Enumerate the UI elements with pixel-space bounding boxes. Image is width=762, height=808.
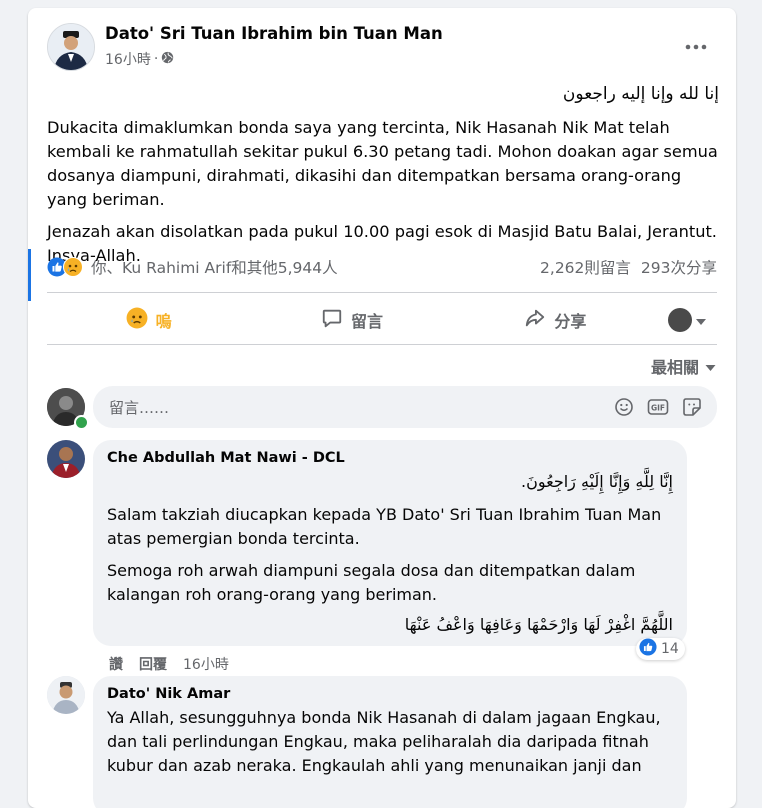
comment-composer: 留言…… GIF [47,386,717,430]
comment-author-avatar[interactable] [47,676,85,714]
sad-reaction-icon [63,257,83,277]
post-meta: 16小時 · [105,49,174,69]
sad-reaction-icon [126,307,148,333]
comment-arabic-line: إِنَّا لِلَّهِ وَإِنَّا إِلَيْهِ رَاجِعُ… [521,472,673,491]
post-as-selector[interactable] [657,308,717,332]
comment-input-placeholder: 留言…… [109,398,170,417]
author-avatar[interactable] [47,23,95,71]
comments-count[interactable]: 2,262則留言 [540,256,631,278]
post-body: إنا لله وإنا إليه راجعون Dukacita dimakl… [47,84,719,276]
share-icon [524,307,546,333]
post-stats: 2,262則留言 293次分享 [540,256,717,278]
svg-text:GIF: GIF [651,404,665,413]
divider-bottom [47,344,717,345]
react-button-label: 嗚 [155,312,172,331]
post-arabic-line: إنا لله وإنا إليه راجعون [562,84,719,104]
reactions-summary-bar: 你、Ku Rahimi Arif和其他5,944人 2,262則留言 293次分… [47,255,717,279]
comment-bubble: Dato' Nik Amar Ya Allah, sesungguhnya bo… [93,676,687,808]
online-status-dot [74,415,89,430]
reaction-icons[interactable] [47,257,83,277]
comment-actions: 讚 回覆 16小時 [109,654,229,674]
comment-item: Che Abdullah Mat Nawi - DCL إِنَّا لِلَّ… [47,440,717,676]
comment-text: Ya Allah, sesungguhnya bonda Nik Hasanah… [107,708,661,775]
comment-paragraph-1: Salam takziah diucapkan kepada YB Dato' … [107,505,662,548]
sticker-icon[interactable] [679,394,705,420]
comment-like-button[interactable]: 讚 [109,654,123,674]
comment-icon [321,307,343,333]
emoji-icon[interactable] [611,394,637,420]
comment-button-label: 留言 [350,312,383,331]
comment-author-avatar[interactable] [47,440,85,478]
more-icon [685,35,707,54]
sort-label: 最相關 [650,358,699,377]
comment-like-count[interactable]: 14 [636,638,685,660]
comment-arabic-prayer: اللَّهُمَّ اغْفِرْ لَهَا وَارْحَمْهَا وَ… [404,615,673,634]
caret-down-icon [705,357,716,376]
comment-paragraph-2: Semoga roh arwah diampuni segala dosa da… [107,561,636,604]
post-action-row: 嗚 留言 分享 [47,298,717,342]
comment-author[interactable]: Che Abdullah Mat Nawi - DCL [107,450,673,466]
comment-sort-dropdown[interactable]: 最相關 [651,354,716,378]
post-time[interactable]: 16小時 [105,49,151,69]
comment-reply-button[interactable]: 回覆 [139,654,167,674]
share-button[interactable]: 分享 [454,300,657,340]
caret-down-icon [695,311,706,330]
reactions-summary-text[interactable]: 你、Ku Rahimi Arif和其他5,944人 [91,256,338,278]
more-options-button[interactable] [678,30,714,58]
comment-author[interactable]: Dato' Nik Amar [107,686,673,702]
post-card: Dato' Sri Tuan Ibrahim bin Tuan Man 16小時… [28,8,736,808]
shares-count[interactable]: 293次分享 [641,256,717,278]
like-reaction-icon [639,638,657,660]
react-button[interactable]: 嗚 [47,300,250,340]
focus-accent-bar [28,249,31,301]
comment-bubble: Che Abdullah Mat Nawi - DCL إِنَّا لِلَّ… [93,440,687,646]
divider-top [47,292,717,293]
post-header: Dato' Sri Tuan Ibrahim bin Tuan Man 16小時… [28,8,736,78]
comment-like-number: 14 [661,641,679,657]
gif-icon[interactable]: GIF [645,394,671,420]
comment-time[interactable]: 16小時 [183,654,229,674]
author-name[interactable]: Dato' Sri Tuan Ibrahim bin Tuan Man [105,24,443,43]
meta-separator: · [153,51,159,67]
comment-input[interactable]: 留言…… GIF [93,386,717,428]
comment-item: Dato' Nik Amar Ya Allah, sesungguhnya bo… [47,676,717,808]
composer-tools: GIF [611,394,705,420]
globe-icon [161,51,174,68]
share-button-label: 分享 [554,312,587,331]
comment-button[interactable]: 留言 [250,300,453,340]
post-paragraph-1: Dukacita dimaklumkan bonda saya yang ter… [47,118,718,209]
self-avatar [667,308,692,332]
